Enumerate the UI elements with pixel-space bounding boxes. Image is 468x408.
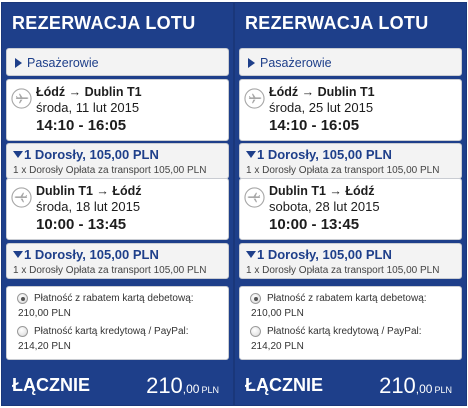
booking-summary-panel: REZERWACJA LOTU Pasażerowie Łódź → Dubli… — [234, 2, 467, 406]
price-summary: 1 Dorosły, 105,00 PLN — [24, 147, 159, 162]
price-detail: 1 x Dorosły Opłata za transport 105,00 P… — [246, 165, 440, 176]
triangle-down-icon — [13, 251, 23, 258]
panel-title: REZERWACJA LOTU — [245, 13, 429, 33]
passengers-label: Pasażerowie — [260, 56, 332, 70]
total-integer: 210 — [146, 373, 183, 398]
credit-card-amount: 214,20 PLN — [251, 341, 304, 352]
total-amount: 210,00 PLN — [146, 373, 219, 399]
payment-options: Płatność z rabatem kartą debetową: 210,0… — [6, 286, 229, 360]
flight-route: Dublin T1 → Łódź — [36, 184, 142, 198]
flight-route: Łódź → Dublin T1 — [36, 85, 142, 99]
price-detail: 1 x Dorosły Opłata za transport 105,00 P… — [246, 265, 440, 276]
passengers-label: Pasażerowie — [27, 56, 99, 70]
return-flight-card: Dublin T1 → Łódź środa, 18 lut 2015 10:0… — [6, 178, 229, 240]
triangle-right-icon — [15, 58, 22, 68]
airplane-icon — [244, 88, 265, 109]
total-label: ŁĄCZNIE — [12, 375, 90, 395]
debit-card-amount: 210,00 PLN — [251, 308, 304, 319]
credit-card-label: Płatność kartą kredytową / PayPal: — [267, 326, 422, 337]
price-detail: 1 x Dorosły Opłata za transport 105,00 P… — [13, 265, 207, 276]
total-decimal: ,00 — [415, 382, 433, 396]
outbound-price-toggle[interactable]: 1 Dorosły, 105,00 PLN 1 x Dorosły Opłata… — [239, 143, 462, 179]
triangle-right-icon — [248, 58, 255, 68]
credit-card-amount: 214,20 PLN — [18, 341, 71, 352]
price-summary: 1 Dorosły, 105,00 PLN — [257, 147, 392, 162]
flight-date: sobota, 28 lut 2015 — [269, 199, 380, 214]
total-label: ŁĄCZNIE — [245, 375, 323, 395]
total-amount: 210,00 PLN — [379, 373, 452, 399]
total-currency: PLN — [201, 385, 219, 395]
return-flight-card: Dublin T1 → Łódź sobota, 28 lut 2015 10:… — [239, 178, 462, 240]
panel-title: REZERWACJA LOTU — [12, 13, 196, 33]
passengers-toggle[interactable]: Pasażerowie — [6, 48, 229, 76]
total-integer: 210 — [379, 373, 416, 398]
flight-date: środa, 25 lut 2015 — [269, 100, 374, 115]
debit-card-radio[interactable] — [250, 293, 261, 304]
triangle-down-icon — [246, 251, 256, 258]
flight-time: 10:00 - 13:45 — [36, 216, 127, 233]
credit-card-label: Płatność kartą kredytową / PayPal: — [34, 326, 189, 337]
flight-time: 10:00 - 13:45 — [269, 216, 360, 233]
flight-date: środa, 11 lut 2015 — [36, 100, 140, 115]
outbound-price-toggle[interactable]: 1 Dorosły, 105,00 PLN 1 x Dorosły Opłata… — [6, 143, 229, 179]
flight-time: 14:10 - 16:05 — [269, 117, 360, 134]
triangle-down-icon — [246, 151, 256, 158]
price-detail: 1 x Dorosły Opłata za transport 105,00 P… — [13, 165, 207, 176]
total-currency: PLN — [434, 385, 452, 395]
total-decimal: ,00 — [182, 382, 200, 396]
credit-card-radio[interactable] — [250, 326, 261, 337]
airplane-icon — [11, 187, 32, 208]
price-summary: 1 Dorosły, 105,00 PLN — [24, 247, 159, 262]
airplane-icon — [244, 187, 265, 208]
debit-card-amount: 210,00 PLN — [18, 308, 71, 319]
flight-route: Dublin T1 → Łódź — [269, 184, 375, 198]
credit-card-radio[interactable] — [17, 326, 28, 337]
debit-card-radio[interactable] — [17, 293, 28, 304]
airplane-icon — [11, 88, 32, 109]
return-price-toggle[interactable]: 1 Dorosły, 105,00 PLN 1 x Dorosły Opłata… — [6, 243, 229, 279]
flight-route: Łódź → Dublin T1 — [269, 85, 375, 99]
debit-card-label: Płatność z rabatem kartą debetową: — [34, 293, 194, 304]
passengers-toggle[interactable]: Pasażerowie — [239, 48, 462, 76]
debit-card-label: Płatność z rabatem kartą debetową: — [267, 293, 427, 304]
payment-options: Płatność z rabatem kartą debetową: 210,0… — [239, 286, 462, 360]
flight-time: 14:10 - 16:05 — [36, 117, 127, 134]
return-price-toggle[interactable]: 1 Dorosły, 105,00 PLN 1 x Dorosły Opłata… — [239, 243, 462, 279]
triangle-down-icon — [13, 151, 23, 158]
outbound-flight-card: Łódź → Dublin T1 środa, 25 lut 2015 14:1… — [239, 79, 462, 141]
outbound-flight-card: Łódź → Dublin T1 środa, 11 lut 2015 14:1… — [6, 79, 229, 141]
flight-date: środa, 18 lut 2015 — [36, 199, 141, 214]
booking-summary-panel: REZERWACJA LOTU Pasażerowie Łódź → Dubli… — [1, 2, 234, 406]
price-summary: 1 Dorosły, 105,00 PLN — [257, 247, 392, 262]
